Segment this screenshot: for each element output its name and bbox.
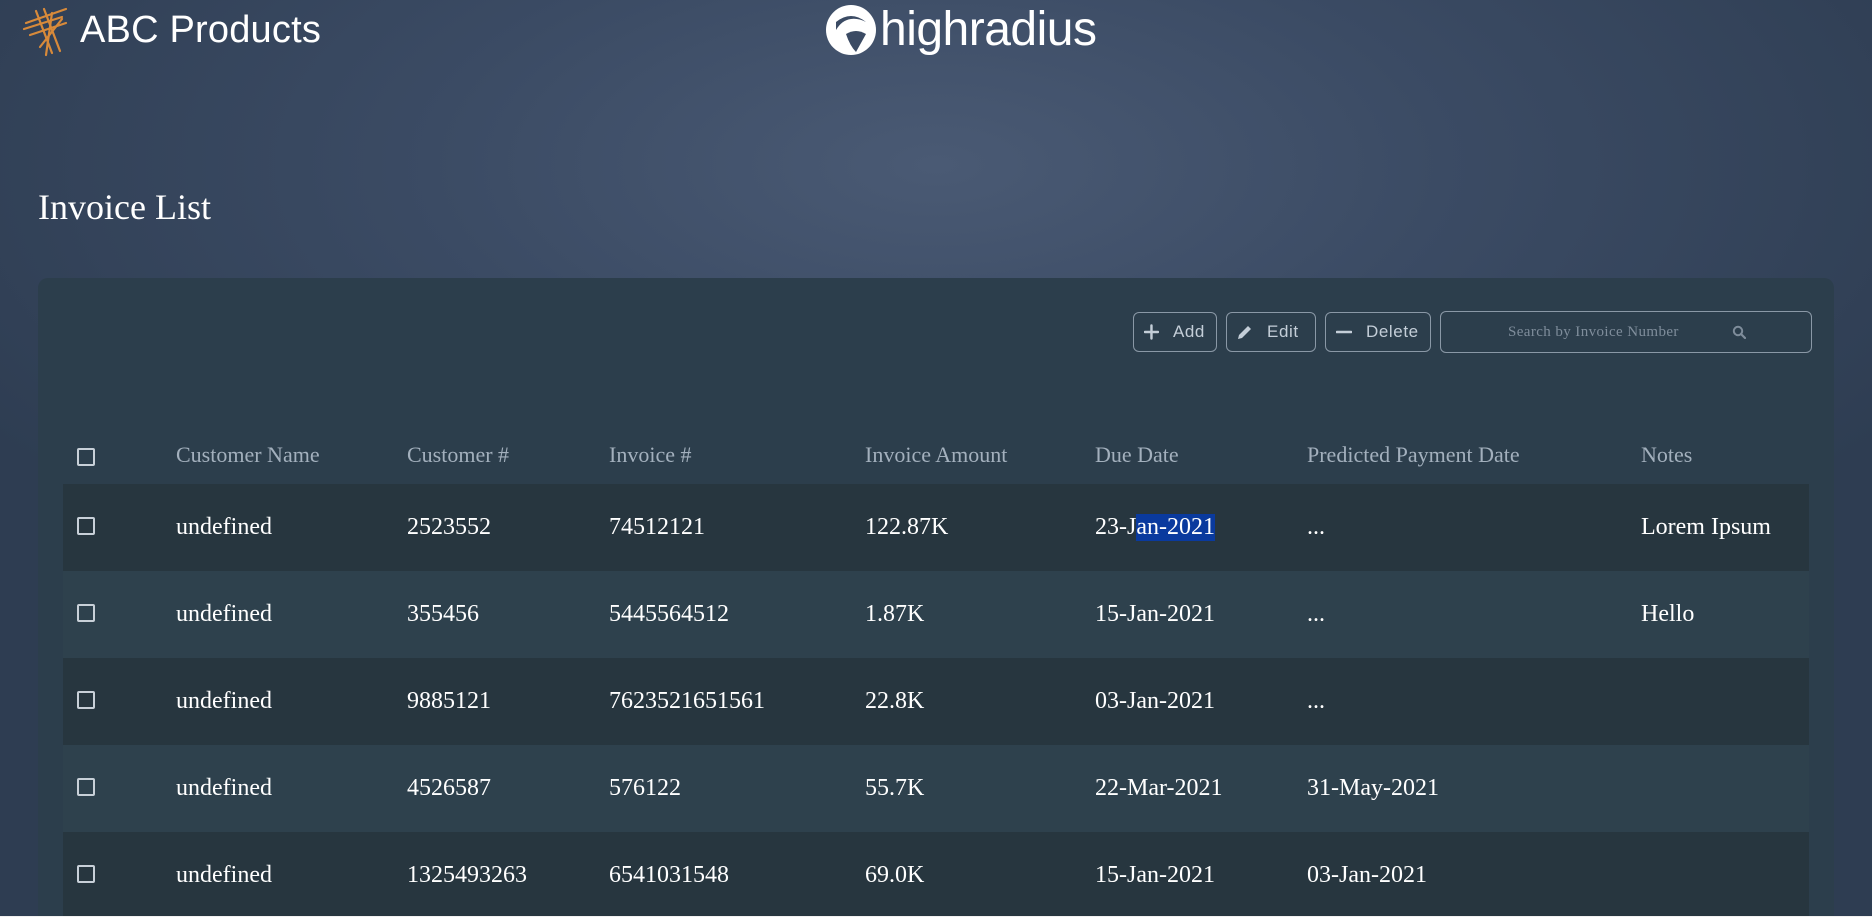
invoice-number-cell: 5445564512: [609, 601, 729, 627]
search-input[interactable]: [1506, 322, 1728, 342]
highradius-logo: highradius: [822, 0, 1097, 58]
due-date-cell: 23-J an-2021: [1095, 484, 1215, 571]
pencil-icon: [1238, 326, 1251, 339]
select-all-checkbox[interactable]: [77, 448, 95, 466]
predicted-date-cell: ...: [1307, 601, 1325, 627]
search-box: [1440, 311, 1812, 353]
predicted-date-cell: 03-Jan-2021: [1307, 862, 1427, 888]
brand: ABC Products: [22, 2, 321, 58]
app-root: ABC Products highradius Invoice List Add…: [0, 0, 1872, 917]
invoice-amount-cell: 22.8K: [865, 688, 925, 714]
table-row[interactable]: undefined 1325493263 6541031548 69.0K 15…: [63, 832, 1809, 917]
table-row[interactable]: undefined 9885121 7623521651561 22.8K 03…: [63, 658, 1809, 745]
due-date-text: 23-J: [1095, 514, 1137, 540]
table-row[interactable]: undefined 4526587 576122 55.7K 22-Mar-20…: [63, 745, 1809, 832]
customer-number-cell: 2523552: [407, 514, 491, 540]
add-button[interactable]: Add: [1133, 312, 1217, 352]
highradius-logo-text: highradius: [880, 2, 1097, 56]
plus-icon: [1144, 324, 1159, 340]
notes-cell: Lorem Ipsum: [1641, 514, 1771, 540]
column-header[interactable]: Notes: [1641, 426, 1692, 484]
column-header[interactable]: Customer #: [407, 426, 509, 484]
highradius-logo-icon: [826, 5, 876, 55]
row-checkbox[interactable]: [77, 864, 95, 883]
customer-number-cell: 1325493263: [407, 862, 527, 888]
customer-name-cell: undefined: [176, 775, 272, 801]
row-checkbox[interactable]: [77, 516, 95, 535]
customer-number-cell: 4526587: [407, 775, 491, 801]
abc-brand-logo-icon: [22, 7, 68, 57]
invoice-amount-cell: 122.87K: [865, 514, 949, 540]
row-checkbox[interactable]: [77, 777, 95, 796]
customer-number-cell: 9885121: [407, 688, 491, 714]
invoice-amount-cell: 69.0K: [865, 862, 925, 888]
column-header[interactable]: Due Date: [1095, 426, 1179, 484]
invoice-number-cell: 7623521651561: [609, 688, 765, 714]
invoice-table: Customer Name Customer # Invoice # Invoi…: [63, 426, 1809, 917]
invoice-number-cell: 576122: [609, 775, 681, 801]
invoice-amount-cell: 55.7K: [865, 775, 925, 801]
predicted-date-cell: 31-May-2021: [1307, 775, 1439, 801]
table-row[interactable]: undefined 355456 5445564512 1.87K 15-Jan…: [63, 571, 1809, 658]
due-date-cell: 15-Jan-2021: [1095, 862, 1215, 888]
selected-text: an-2021: [1136, 514, 1215, 541]
notes-cell: Hello: [1641, 601, 1695, 627]
customer-name-cell: undefined: [176, 514, 272, 540]
minus-icon: [1336, 330, 1352, 334]
predicted-date-cell: ...: [1307, 688, 1325, 714]
customer-number-cell: 355456: [407, 601, 479, 627]
edit-button[interactable]: Edit: [1226, 312, 1316, 352]
column-header[interactable]: Customer Name: [176, 426, 320, 484]
delete-button-label: Delete: [1366, 322, 1419, 341]
column-header[interactable]: Invoice Amount: [865, 426, 1007, 484]
invoice-card: Add Edit Delete Search by Invoice Number…: [38, 278, 1834, 917]
row-checkbox[interactable]: [77, 690, 95, 709]
page-title: Invoice List: [38, 187, 211, 227]
column-header[interactable]: Invoice #: [609, 426, 691, 484]
invoice-number-cell: 6541031548: [609, 862, 729, 888]
add-button-label: Add: [1172, 322, 1205, 341]
toolbar: Add Edit Delete: [1133, 311, 1812, 353]
due-date-cell: 22-Mar-2021: [1095, 775, 1223, 801]
brand-name: ABC Products: [80, 8, 322, 51]
due-date-cell: 03-Jan-2021: [1095, 688, 1215, 714]
column-header[interactable]: Predicted Payment Date: [1307, 426, 1520, 484]
invoice-number-cell: 74512121: [609, 514, 705, 540]
table-header-row: Customer Name Customer # Invoice # Invoi…: [63, 426, 1809, 484]
search-icon[interactable]: [1732, 325, 1746, 339]
customer-name-cell: undefined: [176, 862, 272, 888]
customer-name-cell: undefined: [176, 688, 272, 714]
due-date-cell: 15-Jan-2021: [1095, 601, 1215, 627]
edit-button-label: Edit: [1267, 322, 1299, 341]
table-row[interactable]: undefined 2523552 74512121 122.87K 23-J a…: [63, 484, 1809, 571]
customer-name-cell: undefined: [176, 601, 272, 627]
row-checkbox[interactable]: [77, 603, 95, 622]
invoice-amount-cell: 1.87K: [865, 601, 925, 627]
predicted-date-cell: ...: [1307, 514, 1325, 540]
delete-button[interactable]: Delete: [1325, 312, 1431, 352]
